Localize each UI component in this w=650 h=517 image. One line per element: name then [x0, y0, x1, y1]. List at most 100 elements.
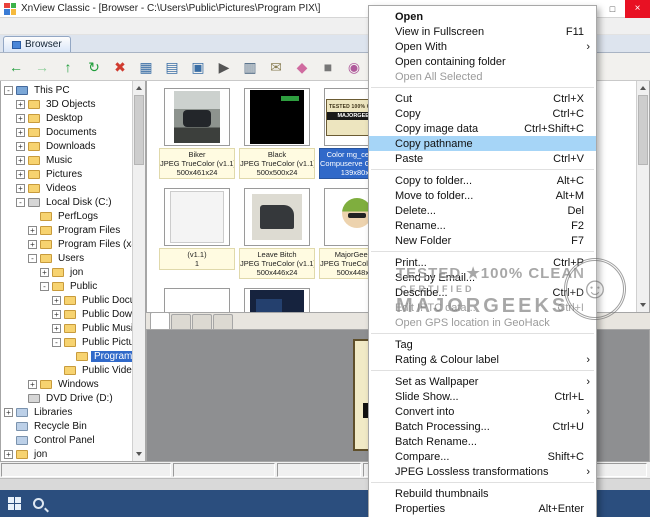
thumbnail-biker[interactable]: BikerJPEG TrueColor (v1.1)500x461x24 — [157, 86, 237, 186]
tree-expander-icon[interactable]: + — [4, 408, 13, 417]
thumbnail-item[interactable] — [157, 286, 237, 312]
tree-item-recycle-bin[interactable]: Recycle Bin — [1, 419, 132, 433]
menu-item-copy-pathname[interactable]: Copy pathname — [369, 136, 596, 151]
tree-expander-icon[interactable]: + — [16, 184, 25, 193]
tree-item-dvd-drive-d[interactable]: DVD Drive (D:) — [1, 391, 132, 405]
thumbnail-scrollbar[interactable] — [636, 81, 649, 312]
tree-expander-icon[interactable]: + — [16, 142, 25, 151]
toolbar-delete-button[interactable]: ✖ — [108, 55, 132, 79]
tree-expander-icon[interactable]: + — [16, 100, 25, 109]
menu-item-open-gps-location-in-geohack[interactable]: Open GPS location in GeoHack — [369, 315, 596, 330]
tree-expander-icon[interactable]: + — [16, 170, 25, 179]
tree-expander-icon[interactable]: - — [4, 86, 13, 95]
tree-item-users[interactable]: -Users — [1, 251, 132, 265]
menu-item-move-to-folder[interactable]: Move to folder...Alt+M — [369, 188, 596, 203]
toolbar-fullscreen-button[interactable]: ▣ — [186, 55, 210, 79]
menubar-item-create[interactable] — [64, 18, 80, 34]
menu-item-open-containing-folder[interactable]: Open containing folder — [369, 54, 596, 69]
menu-item-open[interactable]: Open — [369, 9, 596, 24]
toolbar-up-button[interactable]: ↑ — [56, 55, 80, 79]
tree-item-program-files-x86[interactable]: +Program Files (x86) — [1, 237, 132, 251]
tree-item-jon[interactable]: +jon — [1, 265, 132, 279]
tree-item-libraries[interactable]: +Libraries — [1, 405, 132, 419]
panel-tab-preview[interactable] — [150, 312, 170, 329]
toolbar-print-button[interactable]: ▥ — [238, 55, 262, 79]
toolbar-refresh-button[interactable]: ↻ — [82, 55, 106, 79]
tree-expander-icon[interactable]: + — [16, 128, 25, 137]
scroll-down-icon[interactable] — [637, 299, 649, 312]
scrollbar-thumb[interactable] — [134, 95, 144, 165]
scrollbar-thumb[interactable] — [638, 95, 648, 165]
taskbar-search-icon[interactable] — [33, 498, 44, 509]
tree-item-music[interactable]: +Music — [1, 153, 132, 167]
menu-item-print[interactable]: Print...Ctrl+P — [369, 255, 596, 270]
menu-item-delete[interactable]: Delete...Del — [369, 203, 596, 218]
menu-item-copy-image-data[interactable]: Copy image dataCtrl+Shift+C — [369, 121, 596, 136]
menu-item-tag[interactable]: Tag — [369, 337, 596, 352]
menu-item-copy-to-folder[interactable]: Copy to folder...Alt+C — [369, 173, 596, 188]
tree-expander-icon[interactable]: - — [28, 254, 37, 263]
tree-item-jon[interactable]: +jon — [1, 447, 132, 461]
menu-item-convert-into[interactable]: Convert into› — [369, 404, 596, 419]
menu-item-describe[interactable]: Describe...Ctrl+D — [369, 285, 596, 300]
menu-item-send-by-email[interactable]: Send by Email... — [369, 270, 596, 285]
menu-item-batch-processing[interactable]: Batch Processing...Ctrl+U — [369, 419, 596, 434]
menu-item-rebuild-thumbnails[interactable]: Rebuild thumbnails — [369, 486, 596, 501]
thumbnail-item[interactable]: (v1.1)1 — [157, 186, 237, 286]
tree-expander-icon[interactable]: + — [28, 226, 37, 235]
toolbar-camera-button[interactable]: ◉ — [342, 55, 366, 79]
tree-item-downloads[interactable]: +Downloads — [1, 139, 132, 153]
tree-expander-icon[interactable]: + — [4, 450, 13, 459]
toolbar-view-details-button[interactable]: ▤ — [160, 55, 184, 79]
toolbar-view-thumbnails-button[interactable]: ▦ — [134, 55, 158, 79]
tree-expander-icon[interactable]: - — [16, 198, 25, 207]
menubar-item-window[interactable] — [80, 18, 96, 34]
toolbar-tag-button[interactable]: ◆ — [290, 55, 314, 79]
panel-tab-histogram[interactable] — [192, 314, 212, 329]
tree-expander-icon[interactable]: + — [28, 380, 37, 389]
menu-item-cut[interactable]: CutCtrl+X — [369, 91, 596, 106]
tree-expander-icon[interactable]: - — [40, 282, 49, 291]
tree-expander-icon[interactable]: + — [40, 268, 49, 277]
start-button[interactable] — [8, 497, 21, 510]
thumbnail-black[interactable]: BlackJPEG TrueColor (v1.1)500x500x24 — [237, 86, 317, 186]
tree-expander-icon[interactable]: + — [16, 114, 25, 123]
toolbar-slideshow-button[interactable]: ▶ — [212, 55, 236, 79]
tree-item-public-music[interactable]: +Public Music — [1, 321, 132, 335]
menu-item-jpeg-lossless-transformations[interactable]: JPEG Lossless transformations› — [369, 464, 596, 479]
tree-expander-icon[interactable]: + — [28, 240, 37, 249]
menu-item-rating-colour-label[interactable]: Rating & Colour label› — [369, 352, 596, 367]
menu-item-batch-rename[interactable]: Batch Rename... — [369, 434, 596, 449]
tree-item-public-downloa[interactable]: +Public Downloa... — [1, 307, 132, 321]
panel-tab-categories[interactable] — [213, 314, 233, 329]
tree-item-public-pictures[interactable]: -Public Pictures — [1, 335, 132, 349]
thumbnail-top[interactable]: top(v1.1)1 — [237, 286, 317, 312]
panel-tab-properties[interactable] — [171, 314, 191, 329]
scroll-up-icon[interactable] — [637, 81, 649, 94]
menu-item-copy[interactable]: CopyCtrl+C — [369, 106, 596, 121]
tree-item-program-pix[interactable]: Program PIX — [1, 349, 132, 363]
menu-item-open-with[interactable]: Open With› — [369, 39, 596, 54]
menu-item-edit-iptc-data[interactable]: Edit IPTC data...Ctrl+I — [369, 300, 596, 315]
menu-item-slide-show[interactable]: Slide Show...Ctrl+L — [369, 389, 596, 404]
menubar-item-file[interactable] — [0, 18, 16, 34]
thumbnail-leave-bitch[interactable]: Leave BitchJPEG TrueColor (v1.1)500x446x… — [237, 186, 317, 286]
toolbar-back-button[interactable]: ← — [4, 55, 28, 79]
menu-item-rename[interactable]: Rename...F2 — [369, 218, 596, 233]
menu-item-open-all-selected[interactable]: Open All Selected — [369, 69, 596, 84]
tree-expander-icon[interactable]: + — [16, 156, 25, 165]
menubar-item-edit[interactable] — [16, 18, 32, 34]
tree-item-pictures[interactable]: +Pictures — [1, 167, 132, 181]
tree-item-desktop[interactable]: +Desktop — [1, 111, 132, 125]
tree-expander-icon[interactable]: + — [52, 296, 61, 305]
tree-item-videos[interactable]: +Videos — [1, 181, 132, 195]
maximize-button[interactable]: □ — [600, 0, 625, 18]
toolbar-film-button[interactable]: ■ — [316, 55, 340, 79]
tree-item-perflogs[interactable]: PerfLogs — [1, 209, 132, 223]
tree-item-this-pc[interactable]: -This PC — [1, 83, 132, 97]
tree-item-public[interactable]: -Public — [1, 279, 132, 293]
close-button[interactable]: × — [625, 0, 650, 18]
scroll-up-icon[interactable] — [133, 81, 145, 94]
tree-scrollbar[interactable] — [132, 81, 145, 461]
toolbar-mail-button[interactable]: ✉ — [264, 55, 288, 79]
